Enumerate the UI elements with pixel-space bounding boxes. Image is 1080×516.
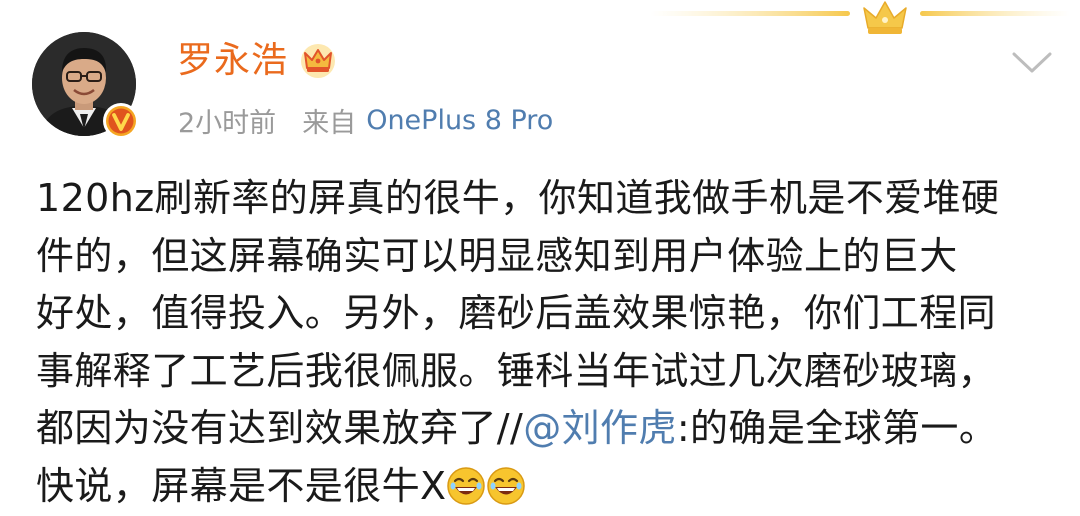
weibo-post-card: 罗永浩 2小时前 来自 OnePlus 8 Pro 120hz刷新率的屏真的很牛… <box>0 0 1080 516</box>
username[interactable]: 罗永浩 <box>177 36 288 86</box>
post-body-line: 120hz刷新率的屏真的很牛，你知道我做手机是不爱堆硬 <box>36 176 1000 220</box>
gold-crown-streak-icon <box>650 1 1070 34</box>
post-time: 2小时前 <box>178 107 277 139</box>
post-body-final-text: 快说，屏幕是不是很牛X <box>36 463 447 508</box>
laughing-emoji-icon <box>487 466 526 505</box>
post-meta: 2小时前 来自 OnePlus 8 Pro <box>178 100 553 140</box>
post-body-line: 快说，屏幕是不是很牛X <box>36 458 1061 516</box>
post-body: 120hz刷新率的屏真的很牛，你知道我做手机是不爱堆硬 件的，但这屏幕确实可以明… <box>36 170 1061 515</box>
post-body-line: 好处，值得投入。另外，磨砂后盖效果惊艳，你们工程同 <box>36 291 997 335</box>
source-label: 来自 <box>302 107 357 139</box>
mention-link[interactable]: @刘作虎 <box>523 406 677 450</box>
source-device-link[interactable]: OnePlus 8 Pro <box>366 105 553 136</box>
post-body-line: 件的，但这屏幕确实可以明显感知到用户体验上的巨大 <box>36 233 958 278</box>
verified-v-icon <box>103 103 139 139</box>
crown-icon[interactable] <box>298 41 338 81</box>
repost-prefix: 都因为没有达到效果放弃了// <box>36 406 524 450</box>
username-row: 罗永浩 <box>177 36 338 86</box>
post-body-line: 事解释了工艺后我很佩服。锤科当年试过几次磨砂玻璃， <box>36 348 997 393</box>
chevron-down-icon[interactable] <box>1006 40 1058 84</box>
laughing-emoji-icon <box>447 466 486 505</box>
repost-suffix: :的确是全球第一。 <box>676 406 998 450</box>
post-body-line: 都因为没有达到效果放弃了//@刘作虎:的确是全球第一。 <box>36 400 1061 458</box>
avatar-wrapper[interactable] <box>32 32 140 140</box>
